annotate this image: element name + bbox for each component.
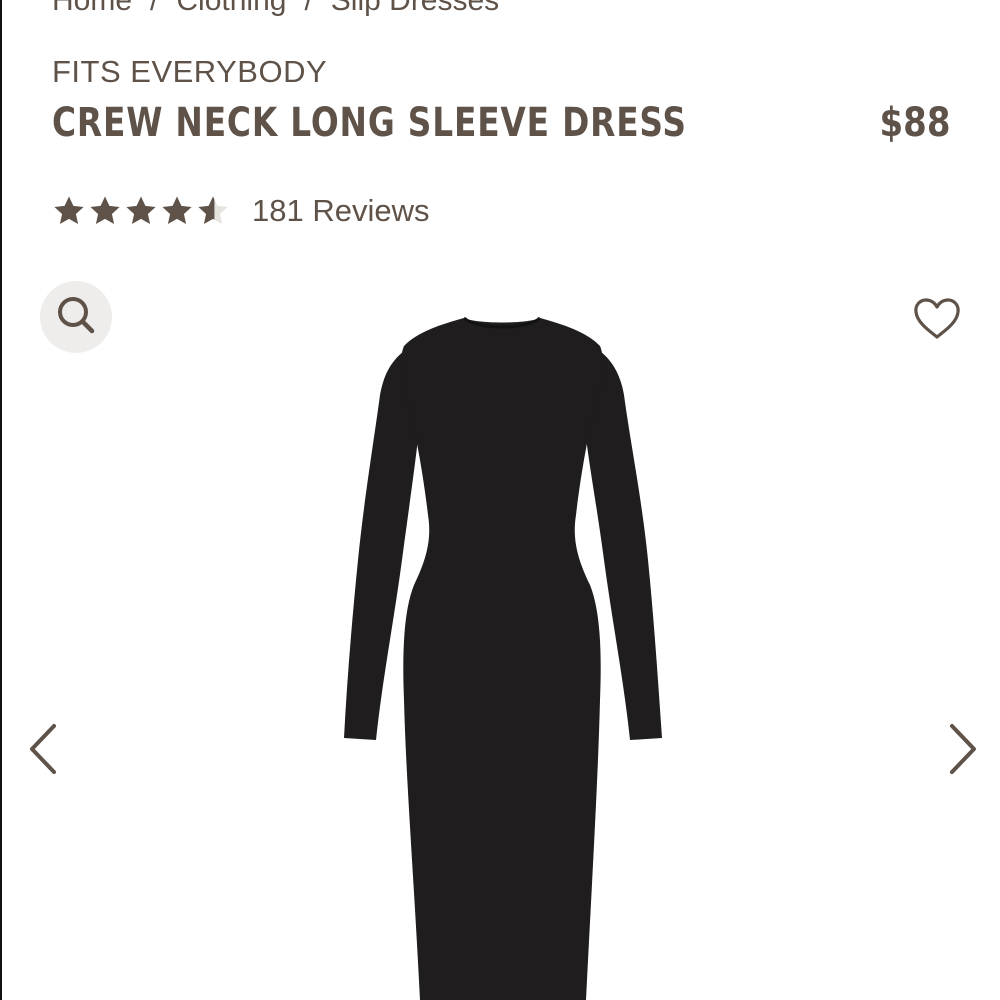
- product-image[interactable]: [322, 300, 682, 1000]
- zoom-button[interactable]: [40, 281, 112, 353]
- product-page: Home / Clothing / Slip Dresses FITS EVER…: [0, 0, 1000, 1000]
- star-full-icon: [160, 194, 194, 228]
- rating-stars: [52, 194, 230, 228]
- search-icon: [54, 293, 98, 342]
- star-full-icon: [124, 194, 158, 228]
- chevron-left-icon: [26, 724, 60, 780]
- chevron-right-icon: [946, 724, 980, 780]
- next-image-button[interactable]: [946, 722, 980, 776]
- product-title: CREW NECK LONG SLEEVE DRESS: [52, 100, 687, 146]
- star-full-icon: [88, 194, 122, 228]
- breadcrumb-slip-dresses[interactable]: Slip Dresses: [331, 0, 499, 18]
- black-long-sleeve-dress-icon: [344, 316, 662, 1000]
- breadcrumb: Home / Clothing / Slip Dresses: [52, 0, 499, 18]
- breadcrumb-clothing[interactable]: Clothing: [176, 0, 286, 18]
- product-collection[interactable]: FITS EVERYBODY: [52, 54, 327, 90]
- heart-outline-icon: [912, 298, 962, 346]
- previous-image-button[interactable]: [26, 722, 60, 776]
- wishlist-button[interactable]: [912, 296, 962, 342]
- breadcrumb-separator: /: [304, 0, 313, 17]
- reviews-link[interactable]: 181 Reviews: [252, 193, 429, 229]
- product-price: $88: [879, 100, 950, 146]
- breadcrumb-separator: /: [150, 0, 159, 17]
- product-rating[interactable]: 181 Reviews: [52, 193, 429, 229]
- star-half-icon: [196, 194, 230, 228]
- breadcrumb-home[interactable]: Home: [52, 0, 132, 18]
- star-full-icon: [52, 194, 86, 228]
